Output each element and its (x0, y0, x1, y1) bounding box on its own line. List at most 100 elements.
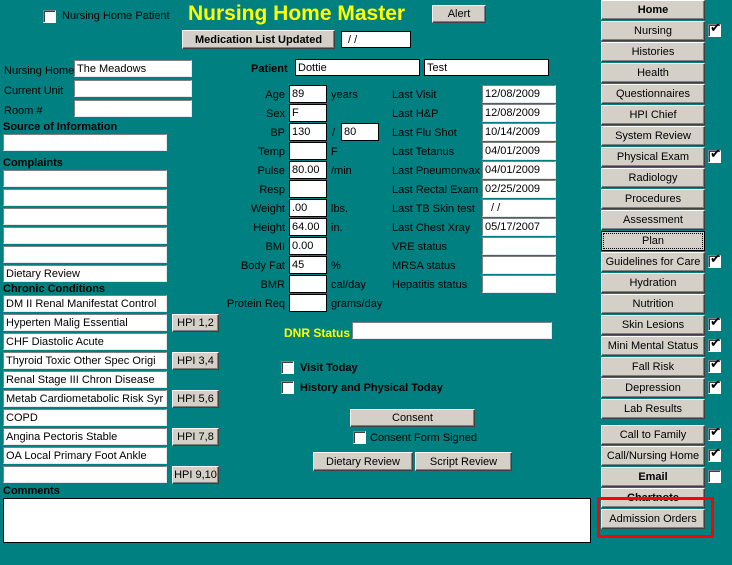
history-field-1[interactable]: 12/08/2009 (482, 104, 556, 122)
complaint-field[interactable] (3, 246, 167, 263)
hpi-button-1[interactable]: HPI 1,2 (172, 314, 219, 332)
sidebar-checkbox-fall-risk[interactable]: ✔ (708, 358, 721, 373)
sidebar-item-nutrition[interactable]: Nutrition (601, 294, 705, 314)
vital-field-10[interactable] (289, 275, 327, 293)
history-field-0[interactable]: 12/08/2009 (482, 85, 556, 103)
vital-field-6[interactable]: .00 (289, 199, 327, 217)
sidebar-item-plan[interactable]: Plan (601, 231, 705, 251)
sidebar-checkbox-mini-mental-status[interactable]: ✔ (708, 337, 721, 352)
visit-today-checkbox[interactable] (281, 361, 294, 374)
sidebar-checkbox-call-nursing-home[interactable]: ✔ (708, 447, 721, 462)
chronic-condition-field[interactable]: Metab Cardiometabolic Risk Syr (3, 390, 167, 407)
hpi-button-4[interactable]: HPI 7,8 (172, 428, 219, 446)
sidebar-item-nursing[interactable]: Nursing (601, 21, 705, 41)
chronic-condition-field[interactable]: COPD (3, 409, 167, 426)
sidebar-item-physical-exam[interactable]: Physical Exam (601, 147, 705, 167)
vital-field-9[interactable]: 45 (289, 256, 327, 274)
alert-button[interactable]: Alert (432, 5, 486, 23)
complaint-field[interactable] (3, 189, 167, 206)
sidebar-checkbox-guidelines-for-care[interactable]: ✔ (708, 253, 721, 268)
sidebar-item-label: Home (637, 4, 669, 16)
history-field-4[interactable]: 04/01/2009 (482, 161, 556, 179)
chronic-condition-field[interactable]: DM II Renal Manifestat Control (3, 295, 167, 312)
sidebar-item-email[interactable]: Email (601, 467, 705, 487)
history-field-10[interactable] (482, 275, 556, 293)
complaint-field[interactable] (3, 227, 167, 244)
sidebar-item-fall-risk[interactable]: Fall Risk (601, 357, 705, 377)
nursing-home-patient-checkbox[interactable] (43, 10, 56, 23)
sidebar-item-call-nursing-home[interactable]: Call/Nursing Home (601, 446, 705, 466)
hpi-button-5[interactable]: HPI 9,10 (172, 466, 219, 484)
sidebar-item-hpi-chief[interactable]: HPI Chief (601, 105, 705, 125)
current-unit-field[interactable] (74, 80, 192, 97)
sidebar-item-questionnaires[interactable]: Questionnaires (601, 84, 705, 104)
sidebar-item-skin-lesions[interactable]: Skin Lesions (601, 315, 705, 335)
history-field-5[interactable]: 02/25/2009 (482, 180, 556, 198)
nursing-home-field[interactable]: The Meadows (74, 60, 192, 77)
sidebar-item-assessment[interactable]: Assessment (601, 210, 705, 230)
vital-field-11[interactable] (289, 294, 327, 312)
room-number-field[interactable] (74, 100, 192, 117)
sidebar-item-lab-results[interactable]: Lab Results (601, 399, 705, 419)
vital-field-2-secondary[interactable]: 80 (341, 123, 379, 141)
patient-first-name-field[interactable]: Dottie (295, 59, 420, 76)
source-of-information-field[interactable] (3, 134, 167, 151)
sidebar-item-depression[interactable]: Depression (601, 378, 705, 398)
vital-field-5[interactable] (289, 180, 327, 198)
sidebar-item-mini-mental-status[interactable]: Mini Mental Status (601, 336, 705, 356)
dnr-status-field[interactable] (352, 322, 552, 339)
vital-field-3[interactable] (289, 142, 327, 160)
history-field-9[interactable] (482, 256, 556, 274)
sidebar-checkbox-depression[interactable]: ✔ (708, 379, 721, 394)
vital-field-7[interactable]: 64.00 (289, 218, 327, 236)
sidebar-item-procedures[interactable]: Procedures (601, 189, 705, 209)
chronic-condition-field[interactable] (3, 466, 167, 483)
hpi-button-3[interactable]: HPI 5,6 (172, 390, 219, 408)
history-field-6[interactable]: / / (482, 199, 556, 217)
vital-field-1[interactable]: F (289, 104, 327, 122)
sidebar-item-histories[interactable]: Histories (601, 42, 705, 62)
vital-field-0[interactable]: 89 (289, 85, 327, 103)
chronic-condition-field[interactable]: Thyroid Toxic Other Spec Origi (3, 352, 167, 369)
history-physical-today-checkbox[interactable] (281, 381, 294, 394)
sidebar-item-radiology[interactable]: Radiology (601, 168, 705, 188)
history-field-8[interactable] (482, 237, 556, 255)
dietary-review-button[interactable]: Dietary Review (313, 452, 413, 471)
history-label-6: Last TB Skin test (392, 203, 475, 215)
sidebar-item-hydration[interactable]: Hydration (601, 273, 705, 293)
sidebar-checkbox-nursing[interactable]: ✔ (708, 22, 721, 37)
sidebar-item-chartnote[interactable]: Chartnote (601, 488, 705, 508)
vital-field-4[interactable]: 80.00 (289, 161, 327, 179)
sidebar-checkbox-skin-lesions[interactable]: ✔ (708, 316, 721, 331)
complaint-field[interactable]: Dietary Review (3, 265, 167, 282)
sidebar-checkbox-email[interactable] (708, 470, 721, 483)
script-review-button[interactable]: Script Review (415, 452, 512, 471)
chronic-condition-field[interactable]: Renal Stage III Chron Disease (3, 371, 167, 388)
medication-list-date-field[interactable]: / / (341, 31, 411, 48)
consent-button[interactable]: Consent (350, 409, 475, 427)
sidebar-item-home[interactable]: Home (601, 0, 705, 20)
chronic-condition-field[interactable]: Hyperten Malig Essential (3, 314, 167, 331)
consent-form-signed-checkbox[interactable] (353, 431, 366, 444)
patient-last-name-field[interactable]: Test (424, 59, 549, 76)
history-field-3[interactable]: 04/01/2009 (482, 142, 556, 160)
chronic-condition-field[interactable]: CHF Diastolic Acute (3, 333, 167, 350)
chronic-condition-field[interactable]: Angina Pectoris Stable (3, 428, 167, 445)
complaint-field[interactable] (3, 208, 167, 225)
chronic-condition-field[interactable]: OA Local Primary Foot Ankle (3, 447, 167, 464)
sidebar-checkbox-physical-exam[interactable]: ✔ (708, 148, 721, 163)
sidebar-item-health[interactable]: Health (601, 63, 705, 83)
history-field-2[interactable]: 10/14/2009 (482, 123, 556, 141)
sidebar-checkbox-call-to-family[interactable]: ✔ (708, 426, 721, 441)
sidebar-item-call-to-family[interactable]: Call to Family (601, 425, 705, 445)
comments-textarea[interactable] (3, 498, 591, 543)
medication-list-updated-button[interactable]: Medication List Updated (182, 30, 335, 49)
vital-field-2[interactable]: 130 (289, 123, 327, 141)
history-field-7[interactable]: 05/17/2007 (482, 218, 556, 236)
complaint-field[interactable] (3, 170, 167, 187)
vital-field-8[interactable]: 0.00 (289, 237, 327, 255)
sidebar-item-guidelines-for-care[interactable]: Guidelines for Care (601, 252, 705, 272)
sidebar-item-system-review[interactable]: System Review (601, 126, 705, 146)
sidebar-item-admission-orders[interactable]: Admission Orders (601, 509, 705, 529)
hpi-button-2[interactable]: HPI 3,4 (172, 352, 219, 370)
